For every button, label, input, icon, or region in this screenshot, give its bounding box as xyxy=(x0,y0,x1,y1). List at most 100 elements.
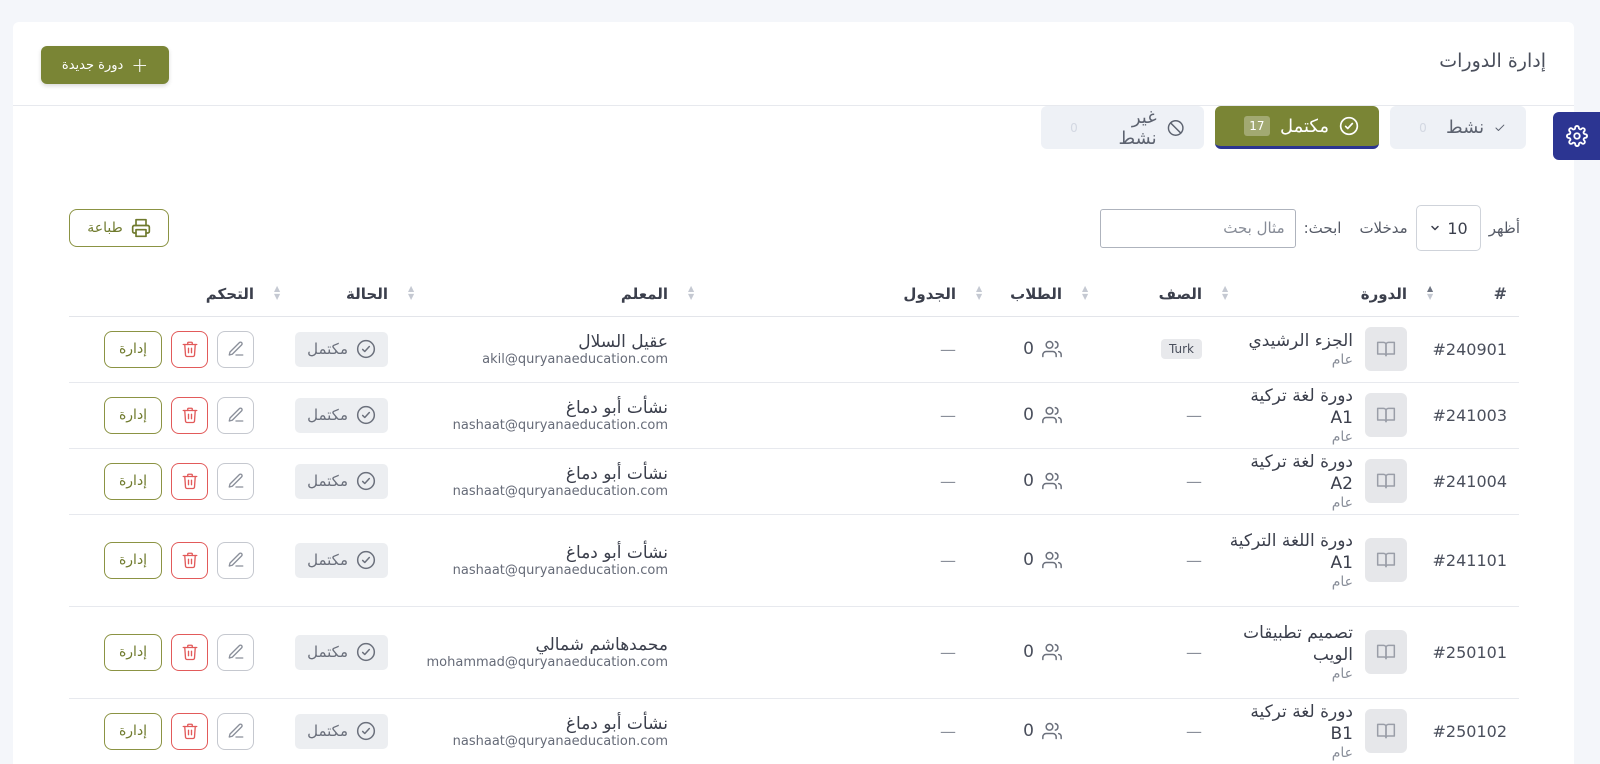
sort-icon: ▲ ▼ xyxy=(1082,284,1089,301)
page-length-select[interactable]: 10 xyxy=(1415,205,1481,251)
table-row: #240901 الجزء الرشيدي عام Turk 0 — عقيل … xyxy=(69,316,1519,383)
class-badge: Turk xyxy=(1161,339,1202,359)
new-course-button[interactable]: + دورة جديدة xyxy=(41,46,169,84)
print-button[interactable]: طباعة xyxy=(69,209,169,247)
course-name[interactable]: دورة اللغة التركية A1 xyxy=(1226,530,1353,574)
status-badge: مكتمل xyxy=(295,542,388,578)
edit-button[interactable] xyxy=(217,633,254,671)
page-title: إدارة الدورات xyxy=(1439,50,1546,72)
tab-inactive[interactable]: غير نشط 0 xyxy=(1041,106,1204,149)
pencil-icon xyxy=(228,723,243,738)
manage-button[interactable]: إدارة xyxy=(104,462,162,500)
course-name[interactable]: دورة لغة تركية A1 xyxy=(1226,385,1353,429)
teacher-email: mohammad@quryanaeducation.com xyxy=(426,654,668,670)
schedule-value: — xyxy=(940,471,956,491)
row-actions: إدارة xyxy=(81,541,254,579)
manage-button[interactable]: إدارة xyxy=(104,633,162,671)
course-name[interactable]: دورة لغة تركية A2 xyxy=(1226,451,1353,495)
class-cell: — xyxy=(1074,382,1214,449)
users-icon xyxy=(1042,340,1062,358)
column-header-id-label: # xyxy=(1493,284,1507,304)
check-circle-icon xyxy=(356,550,376,570)
students-cell: 0 xyxy=(980,339,1062,359)
delete-button[interactable] xyxy=(171,712,208,750)
column-header-course[interactable]: الدورة ▲ ▼ xyxy=(1214,272,1419,317)
class-empty: — xyxy=(1186,721,1202,741)
delete-button[interactable] xyxy=(171,462,208,500)
column-header-teacher[interactable]: المعلم ▲ ▼ xyxy=(400,272,680,317)
column-header-schedule-label: الجدول xyxy=(903,284,956,303)
schedule-value: — xyxy=(940,642,956,662)
students-count: 0 xyxy=(1023,642,1034,662)
course-name[interactable]: دورة لغة تركية B1 xyxy=(1226,701,1353,745)
check-circle-icon xyxy=(356,405,376,425)
sort-icon: ▲ ▼ xyxy=(976,284,983,301)
delete-button[interactable] xyxy=(171,396,208,434)
trash-icon xyxy=(182,644,197,661)
settings-button[interactable] xyxy=(1553,112,1600,160)
status-label: مكتمل xyxy=(307,643,348,661)
check-circle-icon xyxy=(356,721,376,741)
table-row: #250101 تصميم تطبيقات الويب عام — 0 — مح… xyxy=(69,606,1519,699)
column-header-teacher-label: المعلم xyxy=(620,284,668,303)
table-row: #250102 دورة لغة تركية B1 عام — 0 — نشأت… xyxy=(69,698,1519,764)
students-cell: 0 xyxy=(980,550,1062,570)
edit-button[interactable] xyxy=(217,541,254,579)
book-icon xyxy=(1365,393,1407,437)
show-label: أظهر xyxy=(1488,219,1520,237)
search-input[interactable] xyxy=(1099,208,1296,248)
teacher-email: akil@quryanaeducation.com xyxy=(482,351,668,367)
sort-icon: ▲ ▼ xyxy=(408,284,415,301)
course-name[interactable]: الجزء الرشيدي xyxy=(1248,330,1353,352)
users-icon xyxy=(1042,643,1062,661)
column-header-actions-label: التحكم xyxy=(205,284,254,303)
column-header-class[interactable]: الصف ▲ ▼ xyxy=(1074,272,1214,317)
status-label: مكتمل xyxy=(307,472,348,490)
trash-icon xyxy=(182,723,197,740)
pencil-icon xyxy=(228,473,243,488)
tab-completed[interactable]: مكتمل 17 xyxy=(1215,106,1379,149)
manage-button[interactable]: إدارة xyxy=(104,330,162,368)
course-cell: دورة لغة تركية A2 عام xyxy=(1226,451,1407,511)
teacher-email: nashaat@quryanaeducation.com xyxy=(452,417,668,433)
delete-button[interactable] xyxy=(171,330,208,368)
edit-button[interactable] xyxy=(217,330,254,368)
column-header-students[interactable]: الطلاب ▲ ▼ xyxy=(968,272,1074,317)
edit-button[interactable] xyxy=(217,712,254,750)
check-icon xyxy=(1495,124,1505,131)
course-type: عام xyxy=(1331,352,1353,368)
trash-icon xyxy=(182,473,197,490)
edit-button[interactable] xyxy=(217,396,254,434)
teacher-name: نشأت أبو دماغ xyxy=(565,463,668,484)
column-header-actions: التحكم xyxy=(69,272,266,317)
class-empty: — xyxy=(1186,405,1202,425)
pencil-icon xyxy=(228,552,243,567)
tab-active[interactable]: نشط 0 xyxy=(1390,106,1526,149)
students-count: 0 xyxy=(1023,471,1034,491)
check-circle-icon xyxy=(356,642,376,662)
course-cell: الجزء الرشيدي عام xyxy=(1226,327,1407,371)
delete-button[interactable] xyxy=(171,541,208,579)
column-header-status[interactable]: الحالة ▲ ▼ xyxy=(266,272,400,317)
manage-button[interactable]: إدارة xyxy=(104,712,162,750)
edit-button[interactable] xyxy=(217,462,254,500)
page-length-value: 10 xyxy=(1447,218,1468,238)
course-id: #241003 xyxy=(1419,382,1519,449)
trash-icon xyxy=(182,407,197,424)
manage-button[interactable]: إدارة xyxy=(104,541,162,579)
students-count: 0 xyxy=(1023,550,1034,570)
status-badge: مكتمل xyxy=(295,713,388,749)
column-header-schedule[interactable]: الجدول ▲ ▼ xyxy=(680,272,968,317)
course-id: #240901 xyxy=(1419,316,1519,383)
column-header-id[interactable]: # ▲ ▼ xyxy=(1419,272,1519,317)
teacher-email: nashaat@quryanaeducation.com xyxy=(452,483,668,499)
delete-button[interactable] xyxy=(171,633,208,671)
manage-button[interactable]: إدارة xyxy=(104,396,162,434)
tab-inactive-label: غير نشط xyxy=(1118,106,1157,149)
sort-icon: ▲ ▼ xyxy=(274,284,281,301)
users-icon xyxy=(1042,472,1062,490)
students-cell: 0 xyxy=(980,471,1062,491)
course-name[interactable]: تصميم تطبيقات الويب xyxy=(1226,622,1353,666)
column-header-course-label: الدورة xyxy=(1360,284,1407,303)
check-circle-icon xyxy=(1339,116,1359,136)
